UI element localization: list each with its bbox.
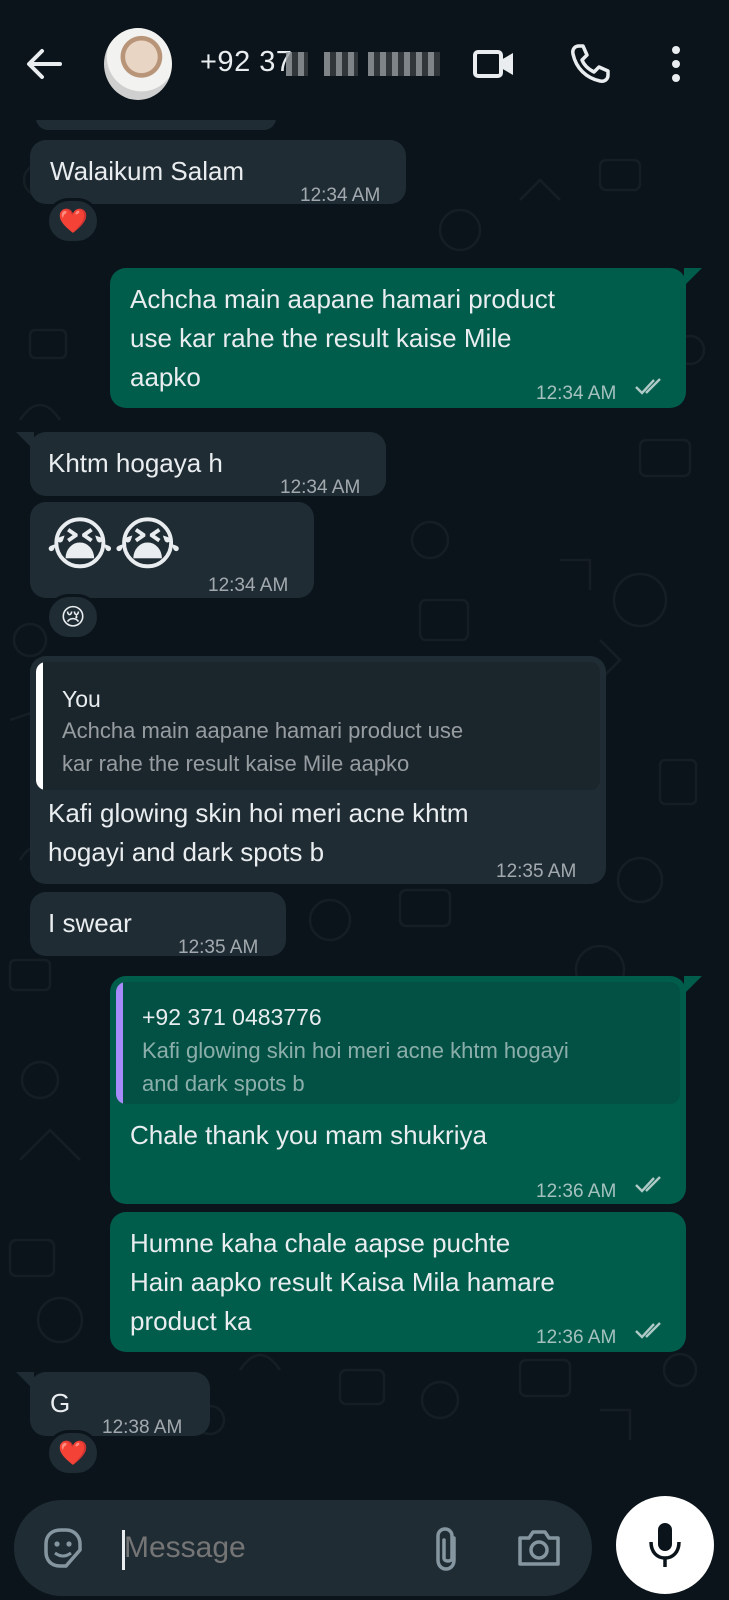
quote-text: Kafi glowing skin hoi meri acne khtm hog… bbox=[142, 1038, 569, 1096]
message-text: Walaikum Salam bbox=[50, 156, 245, 186]
quoted-message[interactable]: You Achcha main aapane hamari product us… bbox=[36, 662, 600, 790]
message-time: 12:36 AM bbox=[536, 1181, 617, 1202]
double-check-icon bbox=[635, 378, 661, 395]
message-text: Achcha main aapane hamari product use ka… bbox=[130, 284, 555, 392]
message-incoming[interactable]: Walaikum Salam 12:34 AM bbox=[30, 140, 406, 206]
quoted-message[interactable]: +92 371 0483776 Kafi glowing skin hoi me… bbox=[116, 982, 680, 1104]
message-text: Kafi glowing skin hoi meri acne khtm hog… bbox=[48, 798, 469, 867]
message-text: Chale thank you mam shukriya bbox=[130, 1120, 487, 1150]
message-time: 12:38 AM bbox=[102, 1417, 183, 1438]
heart-reaction: ❤️ bbox=[58, 1439, 88, 1467]
video-camera-icon[interactable] bbox=[470, 40, 518, 88]
message-incoming[interactable]: G 12:38 AM bbox=[30, 1372, 210, 1438]
double-check-icon bbox=[635, 1176, 661, 1193]
reaction-badge[interactable]: ❤️ bbox=[46, 198, 100, 244]
more-vert-icon[interactable] bbox=[652, 40, 700, 88]
message-text: Khtm hogaya h bbox=[48, 448, 223, 478]
message-time: 12:35 AM bbox=[178, 937, 259, 958]
message-input[interactable] bbox=[124, 1524, 424, 1572]
message-incoming[interactable]: Khtm hogaya h 12:34 AM bbox=[30, 432, 386, 498]
bubble-tail bbox=[16, 432, 34, 450]
message-time: 12:36 AM bbox=[536, 1327, 617, 1348]
message-text: Humne kaha chale aapse puchte Hain aapko… bbox=[130, 1228, 555, 1336]
message-text: G bbox=[50, 1388, 71, 1418]
sticker-icon[interactable] bbox=[38, 1524, 86, 1572]
crying-reaction: 😢 bbox=[60, 603, 86, 631]
microphone-icon bbox=[649, 1523, 681, 1567]
bubble-tail bbox=[684, 976, 702, 994]
quote-bar bbox=[36, 662, 43, 790]
message-incoming[interactable]: 😭😭 12:34 AM bbox=[30, 502, 314, 598]
mic-button[interactable] bbox=[616, 1496, 714, 1594]
message-incoming[interactable]: I swear 12:35 AM bbox=[30, 892, 286, 958]
contact-name[interactable]: +92 37 bbox=[200, 46, 293, 79]
date-chip bbox=[36, 120, 276, 130]
reaction-badge[interactable]: 😢 bbox=[46, 594, 100, 640]
message-outgoing[interactable]: Humne kaha chale aapse puchte Hain aapko… bbox=[110, 1212, 686, 1352]
arrow-left-icon[interactable] bbox=[22, 42, 66, 86]
redaction-mark bbox=[324, 52, 358, 76]
message-composer bbox=[14, 1500, 592, 1596]
message-outgoing[interactable]: +92 371 0483776 Kafi glowing skin hoi me… bbox=[110, 976, 686, 1204]
message-time: 12:34 AM bbox=[300, 185, 381, 206]
bubble-tail bbox=[684, 268, 702, 286]
quote-author: +92 371 0483776 bbox=[142, 1004, 322, 1030]
avatar[interactable] bbox=[104, 28, 172, 100]
heart-reaction: ❤️ bbox=[58, 207, 88, 235]
message-time: 12:34 AM bbox=[536, 383, 617, 404]
bubble-tail bbox=[16, 1372, 34, 1390]
reaction-badge[interactable]: ❤️ bbox=[46, 1430, 100, 1476]
paperclip-icon[interactable] bbox=[428, 1524, 468, 1574]
phone-icon[interactable] bbox=[566, 40, 614, 88]
redaction-mark bbox=[286, 52, 308, 76]
message-outgoing[interactable]: Achcha main aapane hamari product use ka… bbox=[110, 268, 686, 408]
chat-area[interactable]: Walaikum Salam 12:34 AM ❤️ Achcha main a… bbox=[0, 120, 729, 1490]
quote-bar bbox=[116, 982, 123, 1104]
message-time: 12:34 AM bbox=[208, 575, 289, 596]
message-emoji: 😭😭 bbox=[46, 512, 182, 577]
redaction-mark bbox=[368, 52, 440, 76]
chat-header: +92 37 bbox=[0, 0, 729, 120]
message-incoming[interactable]: You Achcha main aapane hamari product us… bbox=[30, 656, 606, 884]
message-time: 12:35 AM bbox=[496, 861, 577, 882]
message-text: I swear bbox=[48, 908, 132, 938]
camera-icon[interactable] bbox=[514, 1524, 564, 1572]
double-check-icon bbox=[635, 1322, 661, 1339]
quote-text: Achcha main aapane hamari product use ka… bbox=[62, 718, 464, 776]
